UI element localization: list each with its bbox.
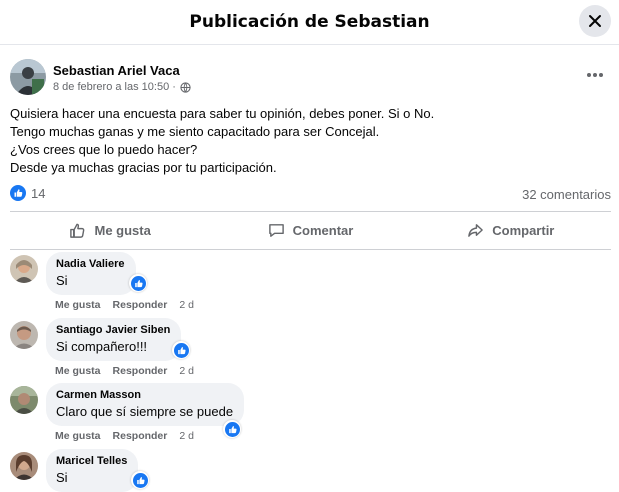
divider [10,211,611,212]
commenter-name[interactable]: Maricel Telles [56,455,127,467]
comment-actions: Me gusta Responder 2 d [55,365,194,377]
comment-reply-link[interactable]: Responder [113,299,168,311]
commenter-avatar[interactable] [10,452,38,480]
reactions-summary[interactable]: 14 [10,185,45,201]
commenter-avatar[interactable] [10,255,38,283]
commenter-name[interactable]: Santiago Javier Siben [56,324,170,336]
globe-icon [180,81,191,93]
comment-reaction[interactable] [131,471,149,489]
like-reaction-icon [130,275,146,291]
like-count: 14 [31,185,46,201]
comment-icon [268,223,284,237]
comment-like-link[interactable]: Me gusta [55,365,101,377]
share-button[interactable]: Compartir [411,215,611,245]
post-text-line: Quisiera hacer una encuesta para saber t… [10,106,435,121]
share-button-label: Compartir [492,222,555,238]
post-text-line: ¿Vos crees que lo puedo hacer? [10,142,198,157]
like-button[interactable]: Me gusta [10,215,210,245]
post-text-line: Tengo muchas ganas y me siento capacitad… [10,124,380,139]
comment-like-link[interactable]: Me gusta [55,299,101,311]
author-name[interactable]: Sebastian Ariel Vaca [53,63,180,78]
close-button[interactable] [579,5,611,37]
like-reaction-icon [10,185,26,201]
comment-actions: Me gusta Responder 2 d [55,299,194,311]
dialog-title: Publicación de Sebastian [189,12,430,32]
comment-bubble: Maricel Telles Si [46,449,139,492]
share-icon [468,223,484,237]
post-header: Sebastian Ariel Vaca 8 de febrero a las … [10,59,607,99]
commenter-avatar[interactable] [10,386,38,414]
commenter-avatar[interactable] [10,321,38,349]
comment-time[interactable]: 2 d [179,365,194,377]
post-stats: 14 32 comentarios [10,183,611,205]
comment-text: Si compañero!!! [56,339,148,354]
comment-reaction[interactable] [129,274,147,292]
close-icon [589,15,601,27]
like-reaction-icon [173,342,189,358]
comment-reaction[interactable] [223,420,241,438]
more-icon [587,73,603,77]
thumbs-up-icon [70,223,85,238]
comment-bubble: Carmen Masson Claro que sí siempre se pu… [46,383,245,426]
author-avatar[interactable] [10,59,46,95]
commenter-name[interactable]: Nadia Valiere [56,258,125,270]
comment-bubble: Santiago Javier Siben Si compañero!!! [46,318,182,361]
post-body: Quisiera hacer una encuesta para saber t… [10,105,607,177]
more-options-button[interactable] [583,65,607,85]
post-date[interactable]: 8 de febrero a las 10:50 · [53,81,176,93]
comment-like-link[interactable]: Me gusta [55,430,101,442]
post-text-line: Desde ya muchas gracias por tu participa… [10,160,277,175]
comment-text: Si [56,273,68,288]
like-button-label: Me gusta [94,222,151,238]
like-reaction-icon [132,472,148,488]
divider [10,249,611,250]
post-meta: 8 de febrero a las 10:50 · [53,81,191,93]
comment-button[interactable]: Comentar [210,215,410,245]
post-actions: Me gusta Comentar Compartir [10,215,611,245]
comment-reaction[interactable] [172,341,190,359]
comment-actions: Me gusta Responder 2 d [55,430,194,442]
comment-time[interactable]: 2 d [179,430,194,442]
comment-reply-link[interactable]: Responder [113,365,168,377]
comment-reply-link[interactable]: Responder [113,430,168,442]
comment-count[interactable]: 32 comentarios [522,187,611,202]
dialog-header: Publicación de Sebastian [0,0,619,45]
comment-text: Claro que sí siempre se puede [56,404,234,419]
comment-bubble: Nadia Valiere Si [46,252,136,295]
comment-text: Si [56,470,68,485]
comment-button-label: Comentar [292,222,354,238]
comment-time[interactable]: 2 d [179,299,194,311]
commenter-name[interactable]: Carmen Masson [56,389,233,401]
like-reaction-icon [224,421,240,437]
